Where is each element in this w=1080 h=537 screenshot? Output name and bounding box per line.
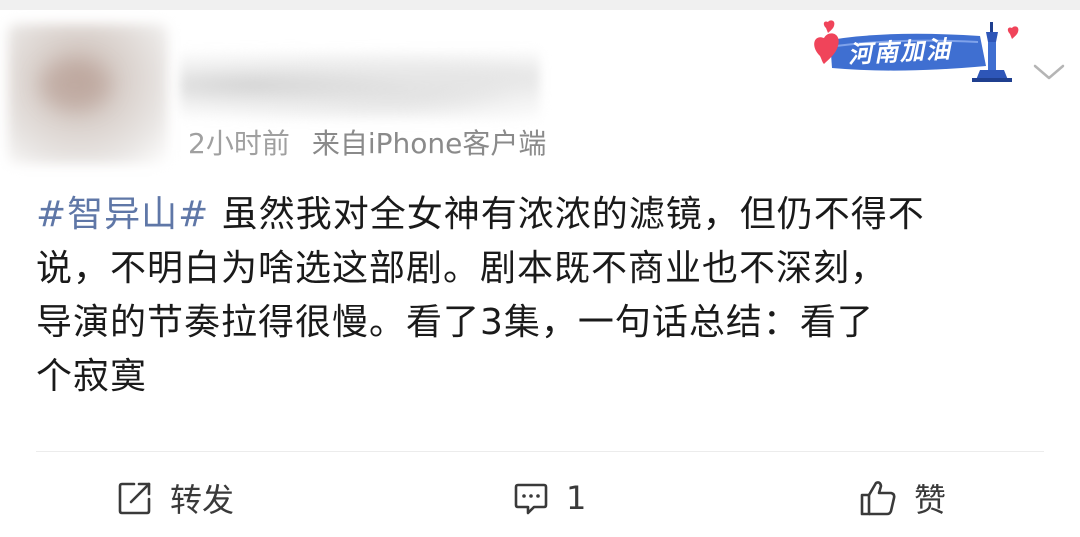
username-blurred[interactable] xyxy=(180,50,540,120)
content-line-4: 个寂寞 xyxy=(36,356,148,397)
repost-icon xyxy=(118,482,151,515)
chevron-down-icon[interactable] xyxy=(1032,60,1066,84)
thumbs-up-icon xyxy=(860,481,896,516)
comment-button[interactable]: 1 xyxy=(512,470,586,526)
post-content: #智异山# 虽然我对全女神有浓浓的滤镜，但仍不得不 说，不明白为啥选这部剧。剧本… xyxy=(36,188,1046,404)
content-text: 虽然我对全女神有浓浓的滤镜，但仍不得不 xyxy=(221,194,925,235)
post-meta: 2小时前 来自iPhone客户端 xyxy=(188,122,546,162)
post-time: 2小时前 xyxy=(188,127,290,160)
hashtag-link[interactable]: #智异山# xyxy=(36,194,209,235)
action-bar: 转发 1 赞 xyxy=(0,470,1080,526)
content-line-3: 导演的节奏拉得很慢。看了3集，一句话总结：看了 xyxy=(36,302,874,343)
weibo-post-card: 2小时前 来自iPhone客户端 河南加油 #智异山# 虽然我对全女神有浓浓的滤… xyxy=(0,0,1080,537)
content-line-2: 说，不明白为啥选这部剧。剧本既不商业也不深刻， xyxy=(36,248,888,289)
badge-text: 河南加油 xyxy=(847,35,953,69)
repost-label: 转发 xyxy=(170,481,235,519)
top-edge xyxy=(0,0,1080,10)
like-label: 赞 xyxy=(914,481,947,519)
post-source: 来自iPhone客户端 xyxy=(311,127,547,160)
comment-icon xyxy=(514,483,548,515)
repost-button[interactable]: 转发 xyxy=(116,470,234,526)
henan-jiayou-badge[interactable]: 河南加油 xyxy=(810,16,1030,86)
comment-count: 1 xyxy=(566,479,587,517)
divider xyxy=(36,451,1044,452)
content-line-1: #智异山# 虽然我对全女神有浓浓的滤镜，但仍不得不 xyxy=(36,188,1046,242)
like-button[interactable]: 赞 xyxy=(858,470,946,526)
